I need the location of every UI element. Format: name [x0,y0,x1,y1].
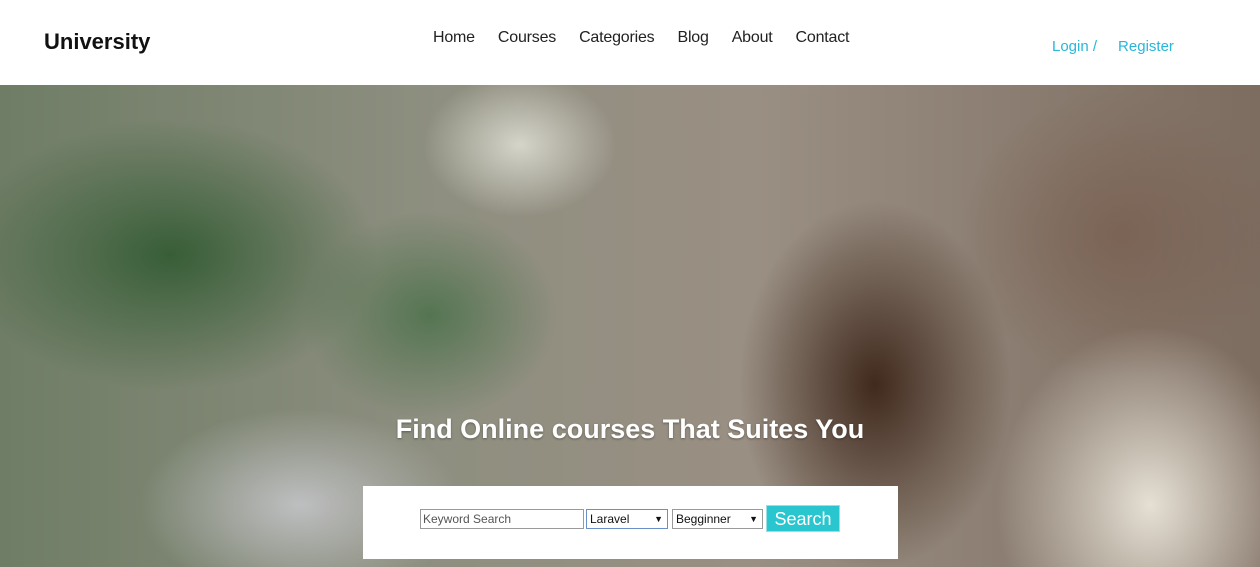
nav-contact[interactable]: Contact [796,29,850,47]
nav-about[interactable]: About [732,29,773,47]
nav-courses[interactable]: Courses [498,29,556,47]
hero-banner: Find Online courses That Suites You Lara… [0,85,1260,567]
dropdown-arrow-icon: ▼ [654,514,663,524]
course-select[interactable]: Laravel ▼ [586,509,668,529]
nav-blog[interactable]: Blog [677,29,708,47]
level-select-value: Begginner [676,512,731,526]
course-search-panel: Laravel ▼ Begginner ▼ Search [363,486,898,559]
site-header: University Home Courses Categories Blog … [0,0,1260,85]
course-select-value: Laravel [590,512,630,526]
nav-categories[interactable]: Categories [579,29,655,47]
hero-title: Find Online courses That Suites You [395,414,865,444]
register-link[interactable]: Register [1118,38,1174,55]
search-button[interactable]: Search [766,505,840,532]
auth-links: Login / Register [1052,38,1174,55]
site-logo[interactable]: University [44,29,150,55]
keyword-search-input[interactable] [420,509,584,529]
login-link[interactable]: Login / [1052,38,1097,55]
nav-home[interactable]: Home [433,29,475,47]
dropdown-arrow-icon: ▼ [749,514,758,524]
level-select[interactable]: Begginner ▼ [672,509,763,529]
main-nav: Home Courses Categories Blog About Conta… [433,29,872,47]
